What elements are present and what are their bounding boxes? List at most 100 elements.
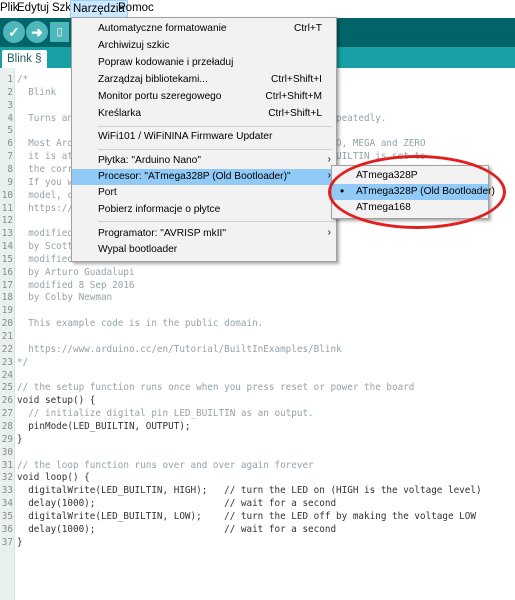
code-text: digitalWrite(LED_BUILTIN, HIGH); // turn…	[17, 485, 482, 497]
verify-icon[interactable]: ✓	[3, 21, 25, 43]
menu-item-label: Popraw kodowanie i przeładuj	[98, 57, 234, 68]
line-number: 4	[7, 112, 13, 124]
menu-item-serial-monitor[interactable]: Monitor portu szeregowego Ctrl+Shift+M	[72, 89, 336, 105]
line-number: 35	[1, 510, 13, 522]
line-number: 1	[7, 74, 13, 85]
line-number: 18	[1, 292, 13, 304]
menu-item-processor[interactable]: Procesor: "ATmega328P (Old Bootloader)" …	[72, 169, 336, 185]
line-number: 33	[1, 485, 13, 497]
code-text: modified	[17, 228, 73, 240]
submenu-item-label: ATmega328P	[356, 170, 418, 181]
processor-submenu: ATmega328P • ATmega328P (Old Bootloader)…	[331, 165, 495, 219]
menu-item-manage-libraries[interactable]: Zarządzaj bibliotekami... Ctrl+Shift+I	[72, 72, 336, 88]
line-number: 13	[1, 228, 13, 240]
code-text: Blink	[17, 86, 57, 98]
code-text: // initialize digital pin LED_BUILTIN as…	[17, 408, 314, 420]
line-number: 2	[7, 86, 13, 98]
menu-pomoc[interactable]: Pomoc	[118, 2, 154, 14]
menu-item-board[interactable]: Płytka: "Arduino Nano" ›	[72, 153, 336, 169]
code-text: by Scott	[17, 241, 73, 253]
menu-item-fix-encoding[interactable]: Popraw kodowanie i przeładuj	[72, 55, 336, 71]
menu-item-label: Płytka: "Arduino Nano"	[98, 155, 201, 166]
code-text: https://www.arduino.cc/en/Tutorial/Built…	[17, 343, 342, 355]
line-number: 8	[7, 163, 13, 175]
line-number: 36	[1, 523, 13, 535]
line-number: 28	[1, 420, 13, 432]
menu-bar: Plik Edytuj Szkic Narzędzia Pomoc	[0, 0, 515, 18]
code-text: */	[17, 356, 29, 368]
menu-item-board-info[interactable]: Pobierz informacje o płytce	[72, 202, 336, 218]
code-text: model, ch	[17, 189, 79, 201]
menu-item-shortcut: Ctrl+Shift+M	[265, 91, 322, 102]
line-number: 6	[7, 138, 13, 150]
code-text: This example code is in the public domai…	[17, 318, 264, 330]
submenu-item-atmega328p-old-bootloader[interactable]: • ATmega328P (Old Bootloader)	[332, 184, 495, 200]
line-number: 10	[1, 189, 13, 201]
menu-item-shortcut: Ctrl+T	[293, 23, 322, 34]
menu-item-label: Port	[98, 187, 117, 198]
line-number: 16	[1, 266, 13, 278]
line-number: 7	[7, 151, 13, 163]
code-text: /*	[17, 74, 29, 85]
menu-item-shortcut: Ctrl+Shift+I	[271, 74, 322, 85]
menu-item-serial-plotter[interactable]: Kreślarka Ctrl+Shift+L	[72, 106, 336, 122]
menu-item-label: WiFi101 / WiFiNINA Firmware Updater	[98, 131, 273, 142]
code-text: void setup() {	[17, 395, 96, 407]
code-text: by Colby Newman	[17, 292, 113, 304]
code-text: }	[17, 433, 23, 445]
tools-menu: Automatyczne formatowanie Ctrl+T Archiwi…	[71, 17, 337, 262]
submenu-item-atmega168[interactable]: ATmega168	[332, 200, 488, 216]
new-icon[interactable]: ▯	[50, 22, 69, 42]
menu-item-label: Wypal bootloader	[98, 244, 178, 255]
line-number: 27	[1, 408, 13, 420]
menu-item-label: Programator: "AVRISP mkII"	[98, 228, 227, 239]
line-number: 37	[1, 536, 13, 548]
menu-item-label: Kreślarka	[98, 108, 142, 119]
selected-bullet-icon: •	[340, 184, 345, 198]
code-text: delay(1000); // wait for a second	[17, 498, 337, 510]
line-number: 23	[1, 356, 13, 368]
menu-item-auto-format[interactable]: Automatyczne formatowanie Ctrl+T	[72, 21, 336, 37]
menu-item-label: Automatyczne formatowanie	[98, 23, 227, 34]
line-number: 14	[1, 241, 13, 253]
menu-item-label: Procesor: "ATmega328P (Old Bootloader)"	[98, 171, 291, 182]
menu-item-port[interactable]: Port	[72, 185, 336, 201]
code-text: modified	[17, 253, 73, 265]
line-number: 20	[1, 318, 13, 330]
menu-item-archive-sketch[interactable]: Archiwizuj szkic	[72, 38, 336, 54]
menu-item-programmer[interactable]: Programator: "AVRISP mkII" ›	[72, 226, 336, 242]
code-text: https://w	[17, 202, 79, 214]
line-number: 5	[7, 125, 13, 137]
line-number: 21	[1, 331, 13, 342]
code-text: If you w	[17, 176, 73, 188]
menu-item-firmware-updater[interactable]: WiFi101 / WiFiNINA Firmware Updater	[72, 129, 336, 145]
menu-plik[interactable]: Plik	[0, 2, 19, 14]
line-number: 22	[1, 343, 13, 355]
line-number: 31	[1, 459, 13, 471]
code-text: digitalWrite(LED_BUILTIN, LOW); // turn …	[17, 510, 476, 522]
menu-separator	[98, 149, 332, 150]
line-number: 17	[1, 279, 13, 291]
upload-icon[interactable]: ➜	[26, 21, 48, 43]
line-number: 29	[1, 433, 13, 445]
code-text: // the loop function runs over and over …	[17, 459, 314, 471]
chevron-right-icon: ›	[327, 227, 331, 238]
menu-separator	[98, 221, 332, 222]
menu-item-label: Pobierz informacje o płytce	[98, 204, 221, 215]
code-text: }	[17, 536, 23, 548]
code-text: delay(1000); // wait for a second	[17, 523, 337, 535]
code-text: void loop() {	[17, 472, 90, 484]
menu-item-burn-bootloader[interactable]: Wypal bootloader	[72, 242, 336, 258]
code-text: modified 8 Sep 2016	[17, 279, 135, 291]
code-text: // the setup function runs once when you…	[17, 382, 415, 394]
menu-edytuj[interactable]: Edytuj	[17, 2, 49, 14]
line-number: 11	[1, 202, 13, 214]
tab-blink[interactable]: Blink §	[2, 50, 47, 68]
code-text: the corre	[17, 163, 79, 175]
submenu-item-atmega328p[interactable]: ATmega328P	[332, 168, 488, 184]
line-number: 12	[1, 215, 13, 227]
line-number: 24	[1, 369, 13, 381]
submenu-item-label: ATmega168	[356, 202, 411, 213]
line-number: 32	[1, 472, 13, 484]
code-text: by Arturo Guadalupi	[17, 266, 135, 278]
